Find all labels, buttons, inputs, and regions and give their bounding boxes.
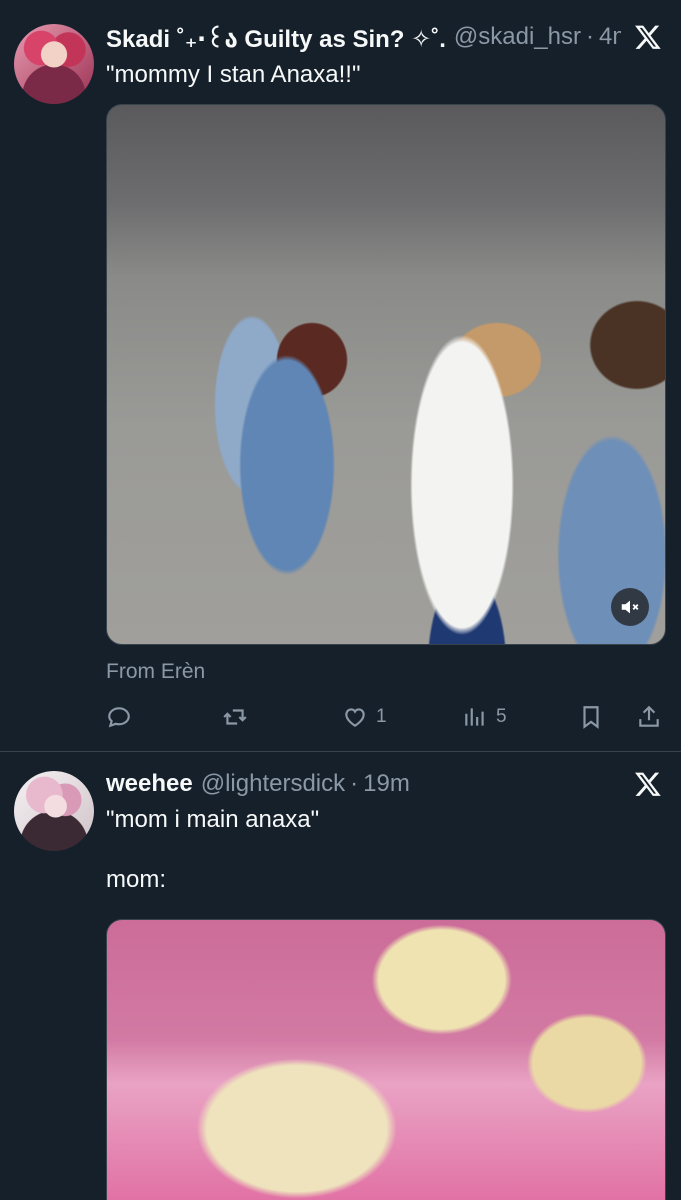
display-name[interactable]: Skadi ˚₊‧꒰ა Guilty as Sin? ✧˚.: [106, 22, 446, 53]
views-count: 5: [496, 706, 507, 727]
timestamp[interactable]: 19m: [363, 770, 410, 798]
reply-button[interactable]: [106, 700, 140, 734]
avatar[interactable]: [14, 771, 94, 851]
bookmark-button[interactable]: [578, 700, 604, 734]
tweet-media-image[interactable]: [106, 919, 666, 1200]
tweet-text: "mom i main anaxa" mom:: [106, 806, 320, 893]
tweet-header: weehee @lightersdick · 19m: [106, 769, 621, 799]
timestamp[interactable]: 4m: [599, 23, 621, 51]
x-logo-icon[interactable]: [633, 769, 663, 799]
action-bar: 1 5: [106, 700, 667, 734]
share-button[interactable]: [636, 700, 662, 734]
display-name[interactable]: weehee: [106, 770, 193, 798]
retweet-icon: [223, 709, 247, 725]
tweet[interactable]: weehee @lightersdick · 19m "mom i main a…: [0, 753, 681, 1200]
share-icon: [639, 705, 659, 727]
avatar[interactable]: [14, 24, 94, 104]
reply-icon: [108, 707, 130, 728]
views-icon: [465, 708, 484, 726]
like-count: 1: [376, 706, 387, 727]
tweet[interactable]: Skadi ˚₊‧꒰ა Guilty as Sin? ✧˚. @skadi_hs…: [0, 0, 681, 752]
retweet-button[interactable]: [222, 700, 256, 734]
bookmark-icon: [583, 706, 599, 729]
tweet-text: "mommy I stan Anaxa!!": [106, 61, 361, 88]
media-source[interactable]: From Erèn: [106, 660, 205, 684]
separator-dot: ·: [350, 770, 359, 797]
mute-icon[interactable]: [611, 588, 649, 626]
x-logo-icon[interactable]: [633, 22, 663, 52]
tweet-media-video[interactable]: [106, 104, 666, 645]
views-button[interactable]: 5: [462, 700, 507, 734]
tweet-header: Skadi ˚₊‧꒰ა Guilty as Sin? ✧˚. @skadi_hs…: [106, 22, 621, 52]
like-icon: [345, 708, 365, 727]
separator-dot: ·: [585, 23, 594, 50]
like-button[interactable]: 1: [342, 700, 387, 734]
timeline-feed: Skadi ˚₊‧꒰ა Guilty as Sin? ✧˚. @skadi_hs…: [0, 0, 681, 1200]
user-handle[interactable]: @lightersdick: [201, 770, 345, 798]
user-handle[interactable]: @skadi_hsr: [454, 23, 581, 51]
